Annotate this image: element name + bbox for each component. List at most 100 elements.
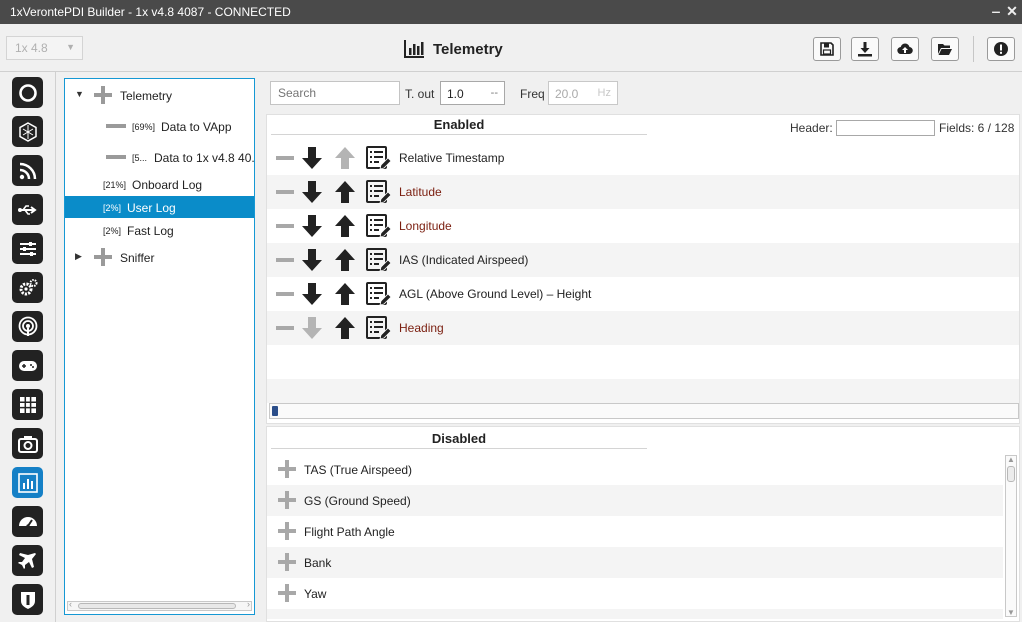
field-name: Flight Path Angle xyxy=(304,525,395,539)
sidebar-item-security[interactable] xyxy=(12,584,43,615)
sidebar-item-usb[interactable] xyxy=(12,194,43,225)
sidebar-item-performance[interactable] xyxy=(12,506,43,537)
minimize-button[interactable]: ‒ xyxy=(988,3,1004,19)
open-folder-button[interactable] xyxy=(931,37,959,61)
move-down-icon[interactable] xyxy=(301,248,323,272)
add-icon[interactable] xyxy=(278,522,296,540)
enabled-field-row[interactable]: Relative Timestamp xyxy=(267,141,1019,175)
tree-item-data-to-vapp[interactable]: [69%] Data to VApp xyxy=(65,115,254,137)
move-down-icon[interactable] xyxy=(301,214,323,238)
sidebar-item-flight[interactable] xyxy=(12,545,43,576)
move-down-icon[interactable] xyxy=(301,180,323,204)
header-input[interactable] xyxy=(836,120,935,136)
move-down-icon[interactable] xyxy=(301,316,323,340)
toolbar: 1x 4.8 ▼ Telemetry xyxy=(0,24,1022,72)
tree-item-sniffer[interactable]: ▶ Sniffer xyxy=(65,246,254,268)
move-up-icon[interactable] xyxy=(334,146,356,170)
edit-list-icon[interactable] xyxy=(365,213,391,239)
tree-item-onboard-log[interactable]: [21%] Onboard Log xyxy=(65,173,254,195)
scrollbar-thumb[interactable] xyxy=(272,406,278,416)
remove-icon[interactable] xyxy=(276,156,294,160)
chevron-down-icon[interactable]: ▼ xyxy=(1007,608,1015,617)
main-content: T. out 1.0 -- Freq 20.0 Hz Enabled Heade… xyxy=(263,72,1022,622)
sidebar xyxy=(0,72,56,622)
timeout-field[interactable]: 1.0 -- xyxy=(440,81,505,105)
scrollbar-thumb[interactable] xyxy=(78,603,236,609)
disabled-field-row[interactable]: Yaw xyxy=(267,578,1003,609)
tree-horizontal-scrollbar[interactable]: ‹ › xyxy=(67,599,252,611)
scrollbar-thumb[interactable] xyxy=(1007,466,1015,482)
tree-item-data-to-1x[interactable]: [5... Data to 1x v4.8 40... xyxy=(65,146,254,168)
chevron-up-icon[interactable]: ▲ xyxy=(1007,455,1015,464)
sidebar-item-config[interactable] xyxy=(12,272,43,303)
edit-list-icon[interactable] xyxy=(365,179,391,205)
disabled-field-row[interactable]: Flight Path Angle xyxy=(267,516,1003,547)
version-select[interactable]: 1x 4.8 ▼ xyxy=(6,36,83,60)
sidebar-item-controller[interactable] xyxy=(12,350,43,381)
tree-item-label: Sniffer xyxy=(120,251,155,265)
download-button[interactable] xyxy=(851,37,879,61)
move-up-icon[interactable] xyxy=(334,316,356,340)
tree-item-fast-log[interactable]: [2%] Fast Log xyxy=(65,219,254,241)
sidebar-item-broadcast[interactable] xyxy=(12,311,43,342)
enabled-horizontal-scrollbar[interactable] xyxy=(269,403,1019,419)
chevron-right-icon[interactable]: › xyxy=(247,599,250,609)
save-button[interactable] xyxy=(813,37,841,61)
sliders-icon xyxy=(19,241,36,256)
field-name: Relative Timestamp xyxy=(399,151,505,165)
disabled-field-row[interactable]: GS (Ground Speed) xyxy=(267,485,1003,516)
gamepad-icon xyxy=(18,360,37,371)
move-up-icon[interactable] xyxy=(334,214,356,238)
close-button[interactable]: ✕ xyxy=(1004,3,1020,19)
remove-icon[interactable] xyxy=(276,224,294,228)
tree-item-telemetry[interactable]: ▼ Telemetry xyxy=(65,84,254,106)
sidebar-item-power[interactable] xyxy=(12,77,43,108)
sidebar-item-camera[interactable] xyxy=(12,428,43,459)
move-up-icon[interactable] xyxy=(334,180,356,204)
sidebar-item-feed[interactable] xyxy=(12,155,43,186)
enabled-field-row[interactable]: AGL (Above Ground Level) – Height xyxy=(267,277,1019,311)
download-icon xyxy=(858,42,872,57)
move-up-icon[interactable] xyxy=(334,282,356,306)
move-up-icon[interactable] xyxy=(334,248,356,272)
add-icon[interactable] xyxy=(278,584,296,602)
sidebar-item-hardware[interactable] xyxy=(12,116,43,147)
remove-icon[interactable] xyxy=(276,190,294,194)
edit-list-icon[interactable] xyxy=(365,281,391,307)
cloud-upload-button[interactable] xyxy=(891,37,919,61)
freq-field[interactable]: 20.0 Hz xyxy=(548,81,618,105)
tree-item-user-log[interactable]: [2%] User Log xyxy=(65,196,254,218)
add-icon[interactable] xyxy=(278,491,296,509)
remove-icon[interactable] xyxy=(276,326,294,330)
shield-icon xyxy=(20,591,35,609)
move-down-icon[interactable] xyxy=(301,282,323,306)
search-input[interactable] xyxy=(270,81,400,105)
sidebar-item-settings[interactable] xyxy=(12,233,43,264)
disabled-field-row[interactable]: TAS (True Airspeed) xyxy=(267,454,1003,485)
tree-item-label: User Log xyxy=(127,201,176,215)
save-icon xyxy=(820,42,834,56)
enabled-field-row[interactable]: IAS (Indicated Airspeed) xyxy=(267,243,1019,277)
edit-list-icon[interactable] xyxy=(365,247,391,273)
add-icon[interactable] xyxy=(278,460,296,478)
chevron-left-icon[interactable]: ‹ xyxy=(69,599,72,609)
page-title: Telemetry xyxy=(433,40,503,58)
enabled-title: Enabled xyxy=(271,115,647,135)
disabled-field-row[interactable]: Bank xyxy=(267,547,1003,578)
edit-list-icon[interactable] xyxy=(365,315,391,341)
disabled-vertical-scrollbar[interactable]: ▲ ▼ xyxy=(1005,455,1017,617)
add-icon[interactable] xyxy=(278,553,296,571)
chevron-down-icon[interactable]: ▼ xyxy=(75,89,84,99)
cloud-upload-icon xyxy=(897,43,913,55)
enabled-field-row[interactable]: Latitude xyxy=(267,175,1019,209)
chevron-right-icon[interactable]: ▶ xyxy=(75,251,82,262)
move-down-icon[interactable] xyxy=(301,146,323,170)
edit-list-icon[interactable] xyxy=(365,145,391,171)
remove-icon[interactable] xyxy=(276,292,294,296)
sidebar-item-telemetry[interactable] xyxy=(12,467,43,498)
sidebar-item-grid[interactable] xyxy=(12,389,43,420)
alert-button[interactable] xyxy=(987,37,1015,61)
enabled-field-row[interactable]: Heading xyxy=(267,311,1019,345)
remove-icon[interactable] xyxy=(276,258,294,262)
enabled-field-row[interactable]: Longitude xyxy=(267,209,1019,243)
